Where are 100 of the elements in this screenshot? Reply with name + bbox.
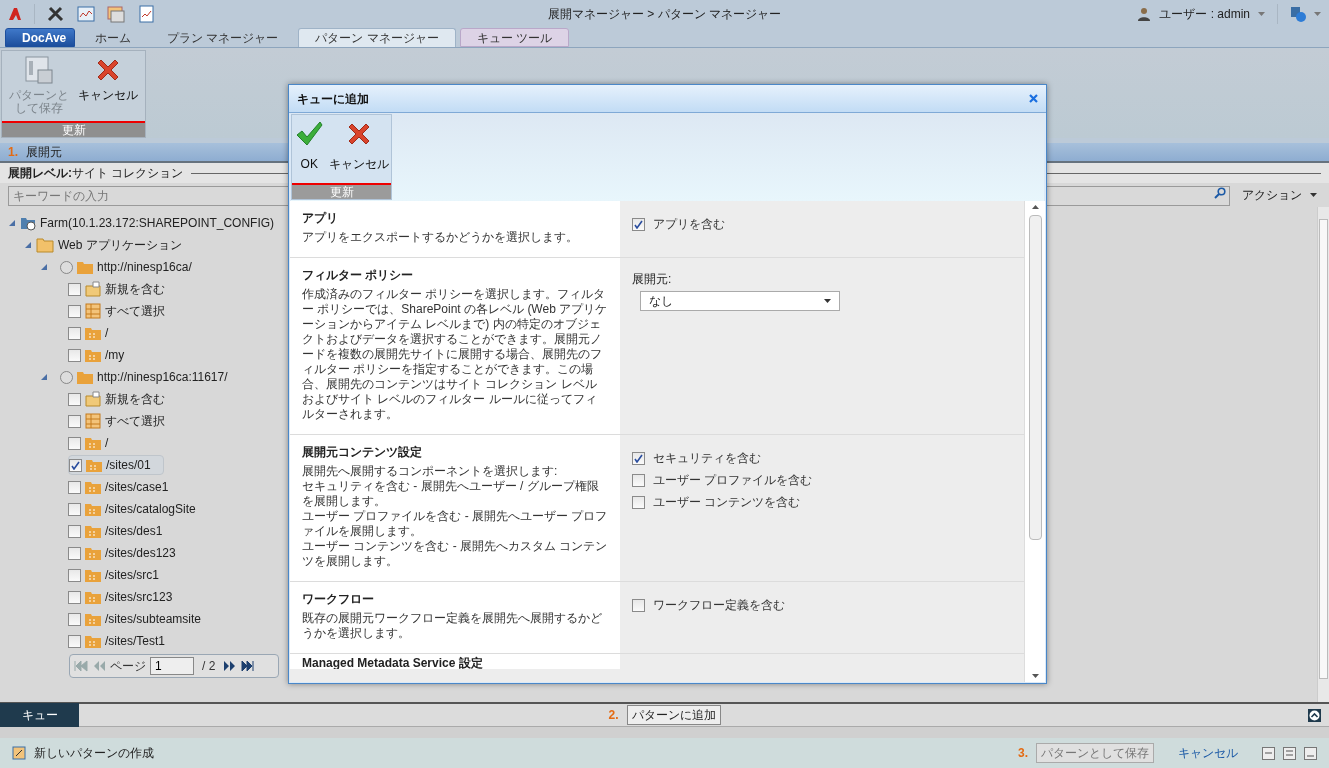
report-icon[interactable] (137, 5, 155, 23)
policy-dropdown[interactable]: なし (640, 291, 840, 311)
site-folder-icon (85, 348, 101, 362)
checkbox[interactable] (632, 495, 645, 509)
checkbox[interactable] (632, 473, 645, 487)
ribbon-tab[interactable]: キュー ツール (459, 28, 570, 47)
section-description: 作成済みのフィルター ポリシーを選択します。フィルター ポリシーでは、SharePoint の各レベル (Web アプリケーションからアイテム レベルまで) 内の特定のオブジェクトおよびデータを選択することができます。展開元ノードを複数の展開先サイトに展開する場合、展開先のフィルター ポリシーを指定することができます。この場合、展開先のコンテンツはサイト コレクション レベルおよびサイト レベルのフィルター ルールに従ってフィルターされます。 (302, 287, 608, 422)
tree-item[interactable]: /sites/subteamsite (105, 610, 202, 628)
checkbox[interactable] (68, 546, 81, 560)
expand-arrow-icon[interactable] (8, 219, 16, 227)
scrollbar[interactable] (1024, 201, 1045, 682)
checkbox[interactable] (68, 392, 81, 406)
checkbox[interactable] (68, 634, 81, 648)
checkbox-label: ユーザー コンテンツを含む (653, 494, 801, 511)
user-menu[interactable]: ユーザー : admin (1159, 5, 1250, 23)
ribbon-tab[interactable]: DocAve (5, 28, 75, 47)
radio-button[interactable] (60, 370, 73, 384)
site-folder-icon (85, 590, 101, 604)
search-icon[interactable] (1214, 187, 1226, 199)
site-folder-icon (85, 480, 101, 494)
tree-item[interactable]: / (105, 434, 109, 452)
scrollbar[interactable] (1317, 207, 1329, 702)
checkbox[interactable] (68, 502, 81, 516)
layout-icon[interactable] (1262, 746, 1275, 760)
tree-item[interactable]: /sites/Test1 (105, 632, 166, 650)
next-page-icon[interactable] (223, 660, 238, 672)
checkbox[interactable] (69, 458, 82, 472)
ribbon-group-label: 更新 (2, 121, 145, 137)
level-value: サイト コレクション (72, 165, 184, 182)
section-title: フィルター ポリシー (302, 267, 415, 284)
tree-node[interactable]: Web アプリケーション (58, 236, 182, 254)
expand-arrow-icon[interactable] (40, 263, 48, 271)
tree-item[interactable]: すべて選択 (105, 412, 165, 430)
checkbox[interactable] (68, 480, 81, 494)
ribbon-tab[interactable]: パターン マネージャー (298, 28, 456, 47)
tree-item[interactable]: / (105, 324, 109, 342)
checkbox[interactable] (68, 436, 81, 450)
dropdown-arrow-icon (824, 299, 831, 303)
tree-item[interactable]: /my (105, 346, 125, 364)
folder-icon (77, 260, 93, 274)
collapse-icon[interactable] (1308, 708, 1321, 722)
status-text: 新しいパターンの作成 (34, 745, 154, 762)
checkbox[interactable] (68, 568, 81, 582)
layout-icon[interactable] (1304, 746, 1317, 760)
scroll-down-icon[interactable] (1031, 674, 1039, 678)
tree-item[interactable]: /sites/catalogSite (105, 500, 196, 518)
tree-node[interactable]: Farm(10.1.23.172:SHAREPOINT_CONFIG) (40, 214, 275, 232)
page-field[interactable]: 1 (150, 657, 194, 675)
section-description: 既存の展開元ワークフロー定義を展開先へ展開するかどうかを選択します。 (302, 611, 603, 641)
cancel-link[interactable]: キャンセル (1178, 744, 1238, 762)
ribbon-button[interactable]: キャンセル (75, 55, 141, 121)
expand-arrow-icon[interactable] (40, 373, 48, 381)
checkbox[interactable] (68, 590, 81, 604)
ribbon-tab[interactable]: ホーム (79, 28, 147, 47)
toolbar-button[interactable]: キャンセル (328, 119, 389, 183)
radio-button[interactable] (60, 260, 73, 274)
step-number: 3. (1018, 745, 1028, 762)
checkbox[interactable] (68, 414, 81, 428)
checkbox[interactable] (68, 524, 81, 538)
section-header: 展開元 (26, 144, 62, 161)
farm-icon (20, 215, 36, 231)
ribbon-tab[interactable]: プラン マネージャー (151, 28, 295, 47)
action-menu[interactable]: アクション (1242, 186, 1321, 204)
caret-icon (1314, 12, 1321, 16)
tree-item[interactable]: 新規を含む (105, 390, 165, 408)
checkbox[interactable] (68, 282, 81, 296)
close-icon[interactable] (1029, 94, 1038, 103)
tree-node[interactable]: http://ninesp16ca/ (97, 258, 192, 276)
tree-node[interactable]: http://ninesp16ca:11617/ (97, 368, 228, 386)
last-page-icon[interactable] (241, 660, 256, 672)
layout-icon[interactable] (1283, 746, 1296, 760)
checkbox[interactable] (632, 451, 645, 465)
tree-item[interactable]: 新規を含む (105, 280, 165, 298)
expand-arrow-icon[interactable] (24, 241, 32, 249)
checkbox[interactable] (68, 326, 81, 340)
save-pattern-button[interactable]: パターンとして保存 (1036, 743, 1154, 763)
tree-item[interactable]: すべて選択 (105, 302, 165, 320)
add-to-pattern-button[interactable]: パターンに追加 (626, 705, 721, 725)
queue-tab[interactable]: キュー (0, 703, 79, 727)
tree-item[interactable]: /sites/des123 (105, 544, 176, 562)
checkbox[interactable] (68, 612, 81, 626)
tree-item[interactable]: /sites/des1 (105, 522, 163, 540)
previous-page-icon[interactable] (92, 660, 106, 672)
tree-item[interactable]: /sites/case1 (105, 478, 169, 496)
help-icon[interactable] (1290, 6, 1306, 22)
checkbox[interactable] (68, 304, 81, 318)
chart-icon[interactable] (77, 5, 95, 23)
windows-icon[interactable] (107, 5, 125, 23)
checkbox-label: ワークフロー定義を含む (653, 597, 785, 614)
new-pattern-icon[interactable] (12, 746, 26, 760)
checkbox[interactable] (632, 598, 645, 612)
toolbar-button[interactable]: OK (294, 119, 325, 183)
tree-item[interactable]: /sites/src1 (105, 566, 159, 584)
list-icon (85, 303, 101, 319)
tree-item[interactable]: /sites/src123 (105, 588, 173, 606)
section-title: アプリ (302, 210, 339, 227)
site-folder-icon (85, 436, 101, 450)
first-page-icon[interactable] (74, 660, 88, 672)
checkbox[interactable] (68, 348, 81, 362)
checkbox[interactable] (632, 217, 645, 231)
